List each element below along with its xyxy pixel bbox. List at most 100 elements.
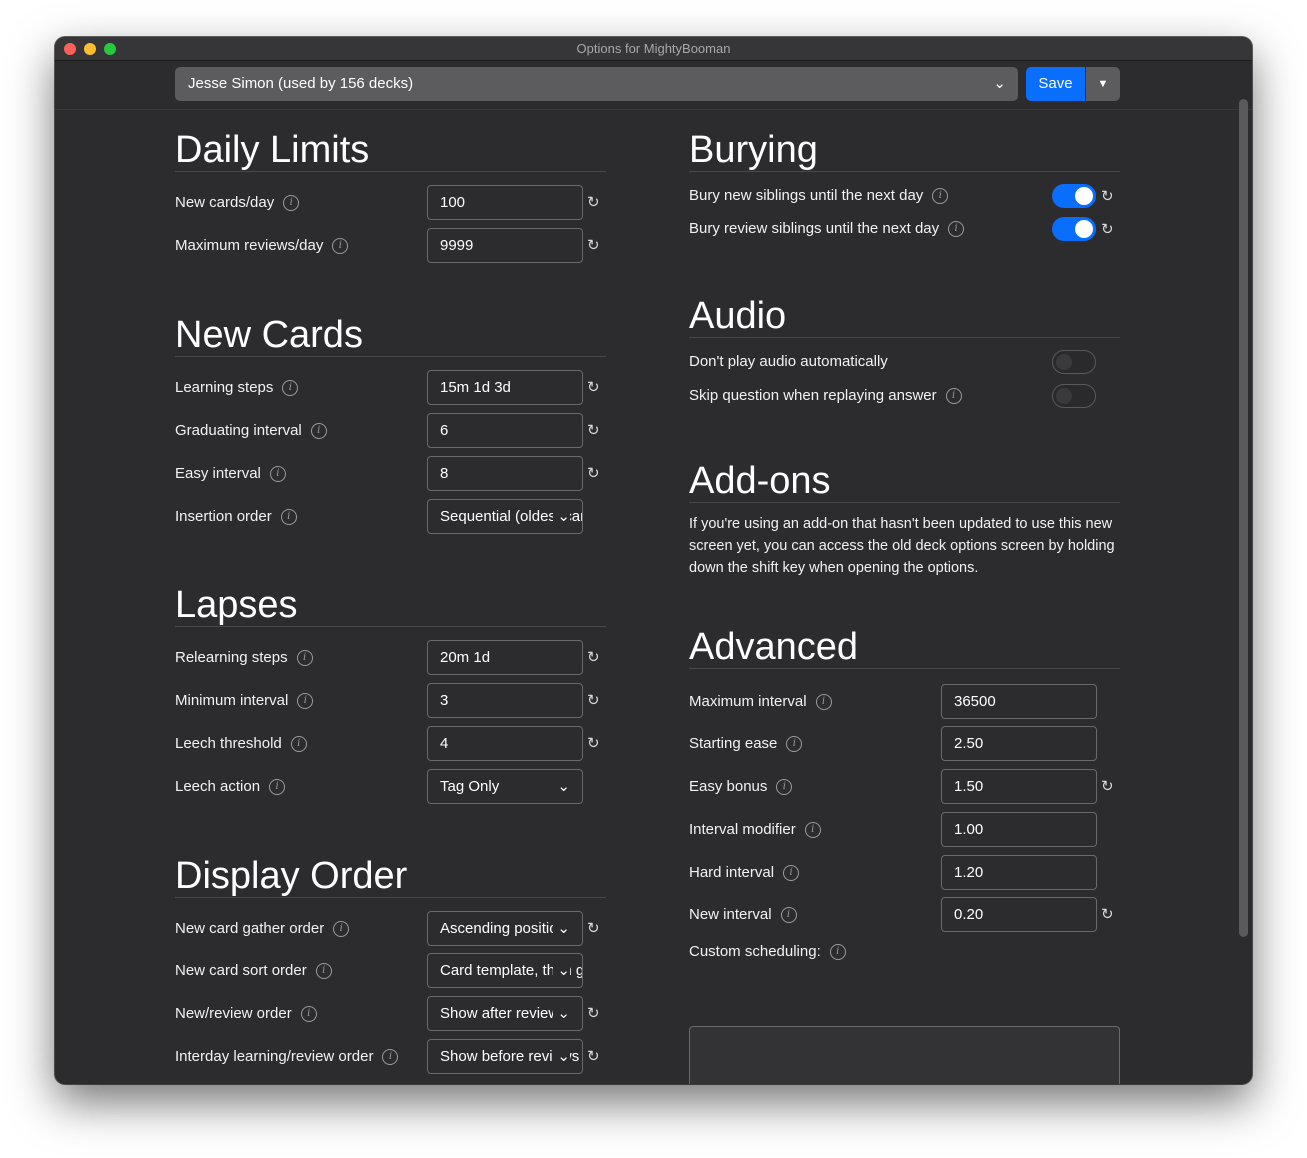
relearning-steps-input[interactable]: 20m 1d — [427, 640, 583, 675]
row-maximum-reviews-per-day: Maximum reviews/day i 9999 ↻ — [175, 228, 606, 264]
row-label: Easy bonus — [689, 778, 768, 795]
reset-icon[interactable]: ↻ — [587, 185, 600, 219]
row-easy-bonus: Easy bonus i 1.50 ↻ — [689, 769, 1120, 805]
info-icon[interactable]: i — [829, 944, 846, 961]
reset-icon[interactable]: ↻ — [1101, 213, 1114, 245]
preset-toolbar: Jesse Simon (used by 156 decks) ⌄ Save ▼ — [55, 61, 1252, 110]
reset-icon[interactable]: ↻ — [587, 456, 600, 490]
row-label: Minimum interval — [175, 692, 289, 709]
interval-modifier-input[interactable]: 1.00 — [941, 812, 1097, 847]
reset-icon[interactable]: ↻ — [587, 370, 600, 404]
chevron-down-icon: ⌄ — [553, 770, 570, 803]
section-title: New Cards — [175, 315, 606, 357]
row-label: New/review order — [175, 1005, 292, 1022]
bury-review-siblings-toggle[interactable] — [1052, 217, 1096, 241]
insertion-order-select[interactable]: Sequential (oldest cards first) ⌄ — [427, 499, 583, 534]
info-icon[interactable]: i — [300, 1006, 317, 1023]
row-minimum-interval: Minimum interval i 3 ↻ — [175, 683, 606, 719]
chevron-down-icon: ⌄ — [553, 997, 570, 1030]
reset-icon[interactable]: ↻ — [587, 228, 600, 262]
info-icon[interactable]: i — [776, 779, 793, 796]
reset-icon[interactable]: ↻ — [587, 1039, 600, 1073]
dont-play-audio-toggle[interactable] — [1052, 350, 1096, 374]
preset-select-label: Jesse Simon (used by 156 decks) — [188, 75, 414, 92]
row-label: Interday learning/review order — [175, 1048, 374, 1065]
save-button[interactable]: Save — [1026, 67, 1085, 101]
row-interval-modifier: Interval modifier i 1.00 — [689, 812, 1120, 848]
row-label: New cards/day — [175, 194, 275, 211]
minimize-window-button[interactable] — [84, 43, 96, 55]
preset-select[interactable]: Jesse Simon (used by 156 decks) ⌄ — [175, 67, 1018, 101]
info-icon[interactable]: i — [296, 650, 313, 667]
info-icon[interactable]: i — [948, 221, 965, 238]
row-label: Bury review siblings until the next day — [689, 220, 940, 237]
leech-action-select[interactable]: Tag Only ⌄ — [427, 769, 583, 804]
info-icon[interactable]: i — [780, 907, 797, 924]
easy-interval-input[interactable]: 8 — [427, 456, 583, 491]
chevron-down-icon: ⌄ — [993, 75, 1006, 92]
reset-icon[interactable]: ↻ — [587, 726, 600, 760]
interday-learning-review-order-select[interactable]: Show before reviews ⌄ — [427, 1039, 583, 1074]
hard-interval-input[interactable]: 1.20 — [941, 855, 1097, 890]
reset-icon[interactable]: ↻ — [587, 640, 600, 674]
info-icon[interactable]: i — [804, 822, 821, 839]
starting-ease-input[interactable]: 2.50 — [941, 726, 1097, 761]
minimum-interval-input[interactable]: 3 — [427, 683, 583, 718]
close-window-button[interactable] — [64, 43, 76, 55]
row-label: Custom scheduling: — [689, 943, 821, 960]
info-icon[interactable]: i — [283, 195, 300, 212]
maximum-reviews-per-day-input[interactable]: 9999 — [427, 228, 583, 263]
info-icon[interactable]: i — [382, 1049, 399, 1066]
graduating-interval-input[interactable]: 6 — [427, 413, 583, 448]
info-icon[interactable]: i — [786, 736, 803, 753]
info-icon[interactable]: i — [310, 423, 327, 440]
maximum-interval-input[interactable]: 36500 — [941, 684, 1097, 719]
learning-steps-input[interactable]: 15m 1d 3d — [427, 370, 583, 405]
reset-icon[interactable]: ↻ — [587, 911, 600, 945]
custom-scheduling-textarea[interactable] — [689, 1026, 1120, 1084]
save-dropdown-button[interactable]: ▼ — [1086, 67, 1120, 101]
section-title: Daily Limits — [175, 130, 606, 172]
info-icon[interactable]: i — [333, 921, 350, 938]
info-icon[interactable]: i — [282, 380, 299, 397]
leech-threshold-input[interactable]: 4 — [427, 726, 583, 761]
section-lapses: Lapses Relearning steps i 20m 1d ↻ Minimu… — [175, 585, 606, 804]
row-learning-steps: Learning steps i 15m 1d 3d ↻ — [175, 370, 606, 406]
info-icon[interactable]: i — [332, 238, 349, 255]
reset-icon[interactable]: ↻ — [1101, 769, 1114, 803]
info-icon[interactable]: i — [269, 466, 286, 483]
info-icon[interactable]: i — [269, 779, 286, 796]
toggle-knob — [1056, 388, 1072, 404]
skip-question-toggle[interactable] — [1052, 384, 1096, 408]
options-content: Daily Limits New cards/day i 100 ↻ Maximu… — [55, 110, 1252, 1084]
bury-new-siblings-toggle[interactable] — [1052, 184, 1096, 208]
row-new-interval: New interval i 0.20 ↻ — [689, 897, 1120, 933]
info-icon[interactable]: i — [932, 188, 949, 205]
info-icon[interactable]: i — [815, 694, 832, 711]
info-icon[interactable]: i — [945, 388, 962, 405]
section-new-cards: New Cards Learning steps i 15m 1d 3d ↻ Gr… — [175, 315, 606, 534]
info-icon[interactable]: i — [290, 736, 307, 753]
info-icon[interactable]: i — [280, 509, 297, 526]
info-icon[interactable]: i — [783, 865, 800, 882]
info-icon[interactable]: i — [315, 963, 332, 980]
new-interval-input[interactable]: 0.20 — [941, 897, 1097, 932]
reset-icon[interactable]: ↻ — [587, 996, 600, 1030]
zoom-window-button[interactable] — [104, 43, 116, 55]
toggle-knob — [1075, 187, 1093, 205]
new-cards-per-day-input[interactable]: 100 — [427, 185, 583, 220]
title-bar: Options for MightyBooman — [55, 37, 1252, 61]
reset-icon[interactable]: ↻ — [1101, 897, 1114, 931]
reset-icon[interactable]: ↻ — [587, 683, 600, 717]
reset-icon[interactable]: ↻ — [587, 413, 600, 447]
new-card-sort-order-select[interactable]: Card template, then gather order ⌄ — [427, 953, 583, 988]
row-maximum-interval: Maximum interval i 36500 — [689, 684, 1120, 720]
reset-icon[interactable]: ↻ — [1101, 180, 1114, 212]
new-card-gather-order-select[interactable]: Ascending position ⌄ — [427, 911, 583, 946]
info-icon[interactable]: i — [297, 693, 314, 710]
chevron-down-icon: ⌄ — [553, 954, 570, 987]
easy-bonus-input[interactable]: 1.50 — [941, 769, 1097, 804]
row-label: New card sort order — [175, 962, 307, 979]
new-review-order-select[interactable]: Show after reviews ⌄ — [427, 996, 583, 1031]
select-value: Show after reviews — [440, 1005, 567, 1022]
